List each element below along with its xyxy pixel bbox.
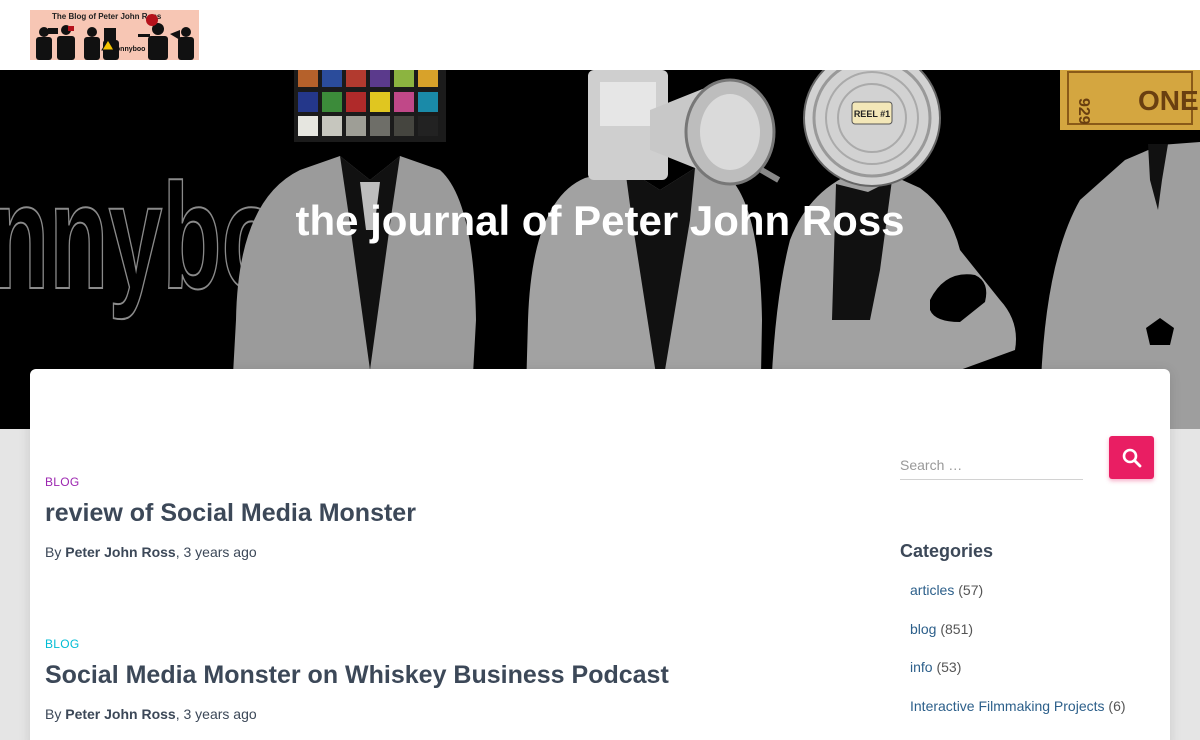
post-by-label: By [45,706,62,722]
ticket-head: 929 ONE [1060,70,1200,130]
post-time: , 3 years ago [175,544,257,560]
category-item: blog (851) [910,621,1126,660]
svg-text:sonnyboo: sonnyboo [112,46,145,53]
category-link[interactable]: info [910,659,933,675]
search-icon [1122,448,1141,467]
svg-text:929: 929 [1075,98,1092,125]
logo-silhouettes: sonnyboo [36,14,194,60]
hero-title: the journal of Peter John Ross [295,197,905,244]
category-count: (6) [1104,698,1126,715]
post-category-link[interactable]: BLOG [45,637,669,651]
post-category-link[interactable]: BLOG [45,475,416,489]
main-card: BLOG review of Social Media Monster By P… [30,369,1170,740]
svg-text:ONE: ONE [1138,85,1199,116]
search-button[interactable] [1109,436,1154,479]
color-checker-head [294,70,446,142]
film-reel-head: REEL #1 [803,70,941,187]
categories-heading: Categories [900,541,994,561]
post-item: BLOG Social Media Monster on Whiskey Bus… [45,637,669,722]
svg-text:REEL #1: REEL #1 [854,109,890,119]
post-meta: By Peter John Ross, 3 years ago [45,706,669,722]
category-count: (851) [936,620,974,637]
post-meta: By Peter John Ross, 3 years ago [45,544,416,560]
category-item: info (53) [910,659,1126,698]
category-count: (57) [954,582,984,598]
post-item: BLOG review of Social Media Monster By P… [45,475,416,560]
post-author-link[interactable]: Peter John Ross [65,706,175,722]
category-link[interactable]: blog [910,621,936,637]
post-time: , 3 years ago [175,706,257,722]
post-title-link[interactable]: review of Social Media Monster [45,499,416,528]
post-author-link[interactable]: Peter John Ross [65,544,175,560]
search-input[interactable] [900,436,1083,480]
category-link[interactable]: articles [910,582,954,598]
category-count: (53) [932,659,962,676]
camera-head [588,70,781,186]
category-item: Interactive Filmmaking Projects (6) [910,698,1126,737]
category-link[interactable]: Interactive Filmmaking Projects [910,698,1105,714]
site-logo[interactable]: The Blog of Peter John Ross sonnyboo [30,10,199,60]
post-by-label: By [45,544,62,560]
category-item: articles (57) [910,582,1126,621]
top-navbar: The Blog of Peter John Ross sonnyboo [0,0,1200,70]
categories-list: articles (57) blog (851) info (53) Inter… [910,582,1126,737]
post-title-link[interactable]: Social Media Monster on Whiskey Business… [45,661,669,690]
